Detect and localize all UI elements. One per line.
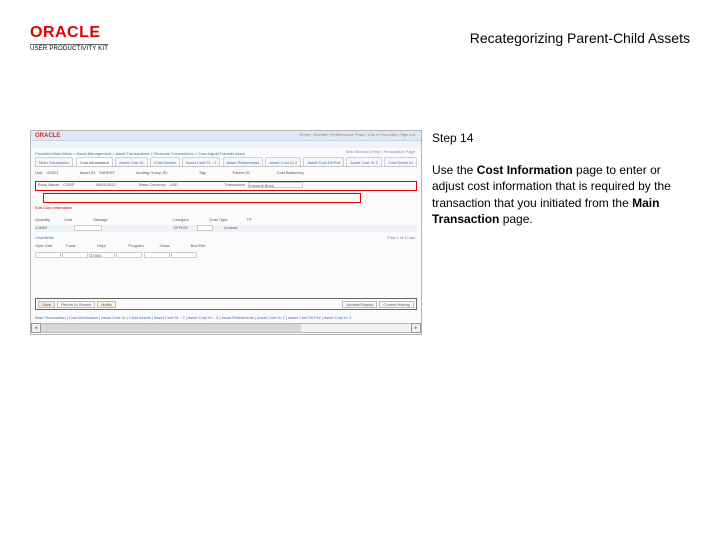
unit-value: US001: [46, 170, 58, 175]
step-instruction: Use the Cost Information page to enter o…: [432, 162, 692, 227]
app-global-links[interactable]: Home | Worklist | Performance Trace | Ad…: [300, 132, 415, 137]
update-display-button[interactable]: Update/Display: [342, 301, 377, 308]
cost-hdr: Cost: [64, 217, 92, 222]
transaction-input[interactable]: Interunit Book: [248, 182, 303, 188]
app-logo: ORACLE: [35, 133, 60, 139]
tab-asset-cost-dtl-prd[interactable]: Asset Cost Dtl Prd: [303, 157, 344, 166]
cost-type-input[interactable]: [197, 225, 213, 231]
base-currency-label: Base Currency:: [139, 182, 167, 187]
cell-dept[interactable]: 37000: [89, 252, 115, 258]
cell-oper-unit[interactable]: [35, 252, 61, 258]
hdr-class: Class: [160, 243, 190, 248]
category-hdr: Category: [172, 217, 208, 222]
hdr-fund: Fund: [66, 243, 96, 248]
hdr-bud-ref: Bud Ref: [191, 243, 221, 248]
highlight-book-row: Book Name: CORP 09/01/2012 Base Currency…: [35, 181, 417, 191]
chartfields-link[interactable]: Chartfields: [35, 235, 54, 240]
mid-labels: Quantity Cost Salvage Category Cost Type…: [35, 217, 417, 222]
page-tools[interactable]: New Window | Help | Personalize Page: [346, 149, 415, 154]
app-breadcrumb-bar: Favorites Main Menu > Asset Management >…: [31, 141, 421, 148]
asset-id-label: Asset ID:: [80, 170, 96, 175]
correct-history-button[interactable]: Correct History: [379, 301, 414, 308]
acctgroup-label: Accting Group ID:: [136, 170, 168, 175]
tab-strip: Main Transaction Cost Information Asset …: [35, 157, 417, 167]
scroll-left-icon[interactable]: ◄: [31, 323, 41, 333]
tp-value: Leased: [224, 225, 237, 230]
app-screenshot: ORACLE Home | Worklist | Performance Tra…: [30, 130, 422, 335]
cell-fund[interactable]: [62, 252, 88, 258]
scroll-track[interactable]: [41, 323, 411, 333]
parent-id-label: Parent ID:: [233, 170, 251, 175]
cell-program[interactable]: [116, 252, 142, 258]
tab-cost-detail-iu[interactable]: Cost Detail IU: [384, 157, 417, 166]
scroll-thumb[interactable]: [41, 324, 301, 332]
upk-subline: USER PRODUCTIVITY KIT: [30, 44, 108, 52]
hdr-program: Program: [128, 243, 158, 248]
book-name-label: Book Name:: [38, 182, 60, 187]
oracle-upk-logo: ORACLE USER PRODUCTIVITY KIT: [30, 24, 108, 52]
scroll-right-icon[interactable]: ►: [411, 323, 421, 333]
horizontal-scrollbar[interactable]: ◄ ►: [31, 322, 421, 334]
tab-asset-cost-iu[interactable]: Asset Cost IU: [115, 157, 147, 166]
page-title: Recategorizing Parent-Child Assets: [470, 30, 690, 46]
salvage-hdr: Salvage: [93, 217, 171, 222]
tab-asset-retirements[interactable]: Asset Retirements: [223, 157, 264, 166]
cost-balancing-label: Cost Balancing: [277, 170, 304, 175]
book-name-value: CORP: [63, 182, 75, 187]
tab-main-transaction[interactable]: Main Transaction: [35, 157, 73, 166]
base-currency-value: USD: [170, 182, 178, 187]
cell-class[interactable]: [144, 252, 170, 258]
info-row: Unit: US001 Asset ID: PARENT Accting Gro…: [35, 170, 417, 178]
tab-asset-cost-01-2[interactable]: Asset Cost 01 - 2: [182, 157, 221, 166]
transaction-value: Interunit Book: [249, 183, 274, 188]
tp-hdr: TP: [247, 217, 275, 222]
action-bar: Save Return to Search Notify Update/Disp…: [35, 298, 417, 310]
oracle-wordmark: ORACLE: [30, 24, 108, 42]
book-date: 09/01/2012: [96, 182, 116, 187]
highlight-cost-row: [43, 193, 361, 203]
grid-nav[interactable]: First 1 of 1 Last: [387, 235, 415, 240]
notify-button[interactable]: Notify: [97, 301, 115, 308]
cost-input[interactable]: [74, 225, 102, 231]
grid-row: 37000: [35, 252, 417, 260]
step-label: Step 14: [432, 130, 692, 146]
transaction-label: Transaction: [224, 182, 245, 187]
tab-cost-information[interactable]: Cost Information: [76, 157, 113, 166]
tag-label: Tag:: [199, 170, 207, 175]
tab-child-assets[interactable]: Child Assets: [150, 157, 180, 166]
return-to-search-button[interactable]: Return to Search: [57, 301, 95, 308]
tab-asset-cost-iu-2[interactable]: Asset Cost IU 2: [265, 157, 301, 166]
breadcrumb[interactable]: Favorites Main Menu > Asset Management >…: [35, 151, 245, 156]
bottom-tab-links[interactable]: Main Transaction | Cost Information | As…: [35, 315, 417, 320]
asset-id-value: PARENT: [99, 170, 115, 175]
value-bar: 1.0000 OFFICE Leased: [35, 225, 417, 232]
quantity-hdr: Quantity: [35, 217, 63, 222]
tab-asset-cost-iu-3[interactable]: Asset Cost IU 3: [346, 157, 382, 166]
unit-label: Unit:: [35, 170, 43, 175]
hdr-oper-unit: Oper Unit: [35, 243, 65, 248]
grid-headers: Oper Unit Fund Dept Program Class Bud Re…: [35, 243, 417, 251]
cost-type-hdr: Cost Type: [210, 217, 246, 222]
instr-bold1: Cost Information: [477, 163, 573, 177]
category-value: OFFICE: [173, 225, 188, 230]
edit-cost-info-label: Edit Cost Information: [35, 205, 72, 210]
instr-text: Use the: [432, 163, 477, 177]
instr-text3: page.: [499, 212, 532, 226]
save-button[interactable]: Save: [38, 301, 55, 308]
quantity-value: 1.0000: [35, 225, 65, 230]
app-header: ORACLE Home | Worklist | Performance Tra…: [31, 131, 421, 141]
cell-bud-ref[interactable]: [171, 252, 197, 258]
hdr-dept: Dept: [97, 243, 127, 248]
